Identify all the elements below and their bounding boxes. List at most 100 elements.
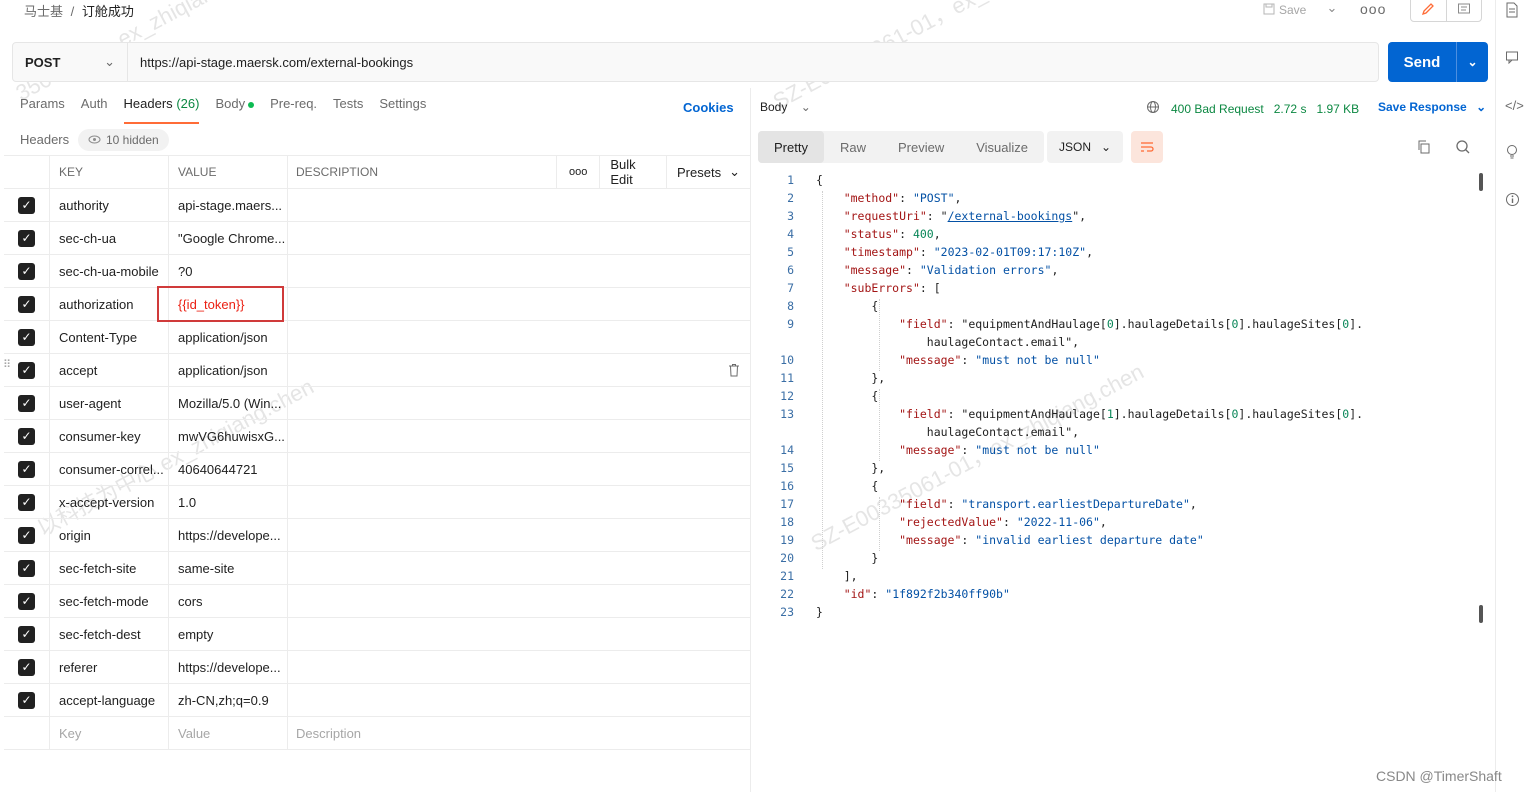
header-value[interactable]: 40640644721 <box>168 453 287 485</box>
header-description[interactable] <box>287 618 750 650</box>
table-more-icon[interactable]: ooo <box>556 156 599 188</box>
header-description[interactable] <box>287 288 750 320</box>
tab-pretty[interactable]: Pretty <box>758 131 824 163</box>
more-options-icon[interactable]: ooo <box>1360 1 1386 17</box>
save-button[interactable]: Save <box>1253 0 1317 20</box>
copy-icon[interactable] <box>1416 139 1432 158</box>
header-value[interactable]: Mozilla/5.0 (Win... <box>168 387 287 419</box>
enabled-checkbox[interactable]: ✓ <box>18 460 35 478</box>
new-value-input[interactable]: Value <box>168 717 287 749</box>
header-description[interactable] <box>287 189 750 221</box>
header-value[interactable]: https://develope... <box>168 651 287 683</box>
header-value[interactable]: ?0 <box>168 255 287 287</box>
header-description[interactable] <box>287 387 750 419</box>
enabled-checkbox[interactable]: ✓ <box>18 625 35 643</box>
header-value[interactable]: zh-CN,zh;q=0.9 <box>168 684 287 716</box>
header-value[interactable]: "Google Chrome... <box>168 222 287 254</box>
new-description-input[interactable]: Description <box>287 717 750 749</box>
header-value[interactable]: mwVG6huwisxG... <box>168 420 287 452</box>
enabled-checkbox[interactable]: ✓ <box>18 691 35 709</box>
header-key[interactable]: consumer-key <box>49 420 168 452</box>
enabled-checkbox[interactable]: ✓ <box>18 559 35 577</box>
header-description[interactable] <box>287 651 750 683</box>
tab-tests[interactable]: Tests <box>333 96 363 124</box>
enabled-checkbox[interactable]: ✓ <box>18 361 35 379</box>
search-icon[interactable] <box>1455 139 1471 158</box>
header-key[interactable]: sec-ch-ua <box>49 222 168 254</box>
trash-icon[interactable] <box>728 363 740 377</box>
header-value[interactable]: cors <box>168 585 287 617</box>
save-response-button[interactable]: Save Response ⌄ <box>1378 100 1486 114</box>
header-description[interactable] <box>287 453 750 485</box>
enabled-checkbox[interactable]: ✓ <box>18 196 35 214</box>
tab-params[interactable]: Params <box>20 96 65 124</box>
documentation-icon[interactable] <box>1505 2 1519 21</box>
header-description[interactable] <box>287 222 750 254</box>
header-description[interactable] <box>287 552 750 584</box>
enabled-checkbox[interactable]: ✓ <box>18 592 35 610</box>
wrap-lines-icon[interactable] <box>1131 131 1163 163</box>
presets-dropdown[interactable]: Presets ⌄ <box>666 156 750 188</box>
enabled-checkbox[interactable]: ✓ <box>18 229 35 247</box>
enabled-checkbox[interactable]: ✓ <box>18 262 35 280</box>
save-dropdown-chevron-icon[interactable]: ⌄ <box>1320 0 1344 20</box>
header-value[interactable]: application/json <box>168 354 287 386</box>
header-description[interactable] <box>287 519 750 551</box>
header-key[interactable]: sec-fetch-dest <box>49 618 168 650</box>
code-icon[interactable]: </> <box>1505 98 1524 113</box>
globe-icon[interactable] <box>1146 100 1161 118</box>
response-time[interactable]: 2.72 s <box>1274 102 1307 116</box>
comments-icon[interactable] <box>1505 50 1519 67</box>
tab-headers[interactable]: Headers (26) <box>123 96 200 124</box>
response-size[interactable]: 1.97 KB <box>1316 102 1359 116</box>
method-select[interactable]: POST ⌄ <box>13 43 128 81</box>
header-key[interactable]: Content-Type <box>49 321 168 353</box>
header-key[interactable]: consumer-correl... <box>49 453 168 485</box>
comments-icon[interactable] <box>1447 0 1482 21</box>
tab-auth[interactable]: Auth <box>81 96 108 124</box>
header-value[interactable]: application/json <box>168 321 287 353</box>
drag-handle-icon[interactable]: ⠿ <box>4 360 13 371</box>
header-key[interactable]: authority <box>49 189 168 221</box>
header-key[interactable]: authorization <box>49 288 168 320</box>
tab-raw[interactable]: Raw <box>824 131 882 163</box>
header-key[interactable]: x-accept-version <box>49 486 168 518</box>
header-key[interactable]: sec-ch-ua-mobile <box>49 255 168 287</box>
breadcrumb-parent[interactable]: 马士基 <box>24 4 63 19</box>
format-select[interactable]: JSON ⌄ <box>1047 131 1123 163</box>
send-options-chevron-icon[interactable]: ⌄ <box>1456 42 1488 82</box>
header-value[interactable]: same-site <box>168 552 287 584</box>
bulk-edit-button[interactable]: Bulk Edit <box>599 156 666 188</box>
tab-preview[interactable]: Preview <box>882 131 960 163</box>
enabled-checkbox[interactable]: ✓ <box>18 493 35 511</box>
header-key[interactable]: sec-fetch-mode <box>49 585 168 617</box>
tab-body[interactable]: Body <box>215 96 255 124</box>
header-key[interactable]: accept <box>49 354 168 386</box>
header-description[interactable] <box>287 354 750 386</box>
response-body-dropdown[interactable]: Body ⌄ <box>760 100 811 114</box>
new-key-input[interactable]: Key <box>49 717 168 749</box>
status-badge[interactable]: 400 Bad Request <box>1171 102 1264 116</box>
enabled-checkbox[interactable]: ✓ <box>18 328 35 346</box>
url-input[interactable]: https://api-stage.maersk.com/external-bo… <box>128 43 413 81</box>
tab-pre-request[interactable]: Pre-req. <box>270 96 317 124</box>
header-value[interactable]: api-stage.maers... <box>168 189 287 221</box>
hidden-headers-toggle[interactable]: 10 hidden <box>78 129 169 151</box>
header-description[interactable] <box>287 420 750 452</box>
info-icon[interactable] <box>1505 192 1520 210</box>
tab-visualize[interactable]: Visualize <box>960 131 1044 163</box>
enabled-checkbox[interactable]: ✓ <box>18 394 35 412</box>
header-description[interactable] <box>287 255 750 287</box>
edit-pencil-icon[interactable] <box>1411 0 1447 21</box>
vertical-scrollbar-top[interactable] <box>1479 173 1483 191</box>
cookies-link[interactable]: Cookies <box>683 100 734 115</box>
header-description[interactable] <box>287 585 750 617</box>
tab-settings[interactable]: Settings <box>379 96 426 124</box>
header-description[interactable] <box>287 486 750 518</box>
header-key[interactable]: accept-language <box>49 684 168 716</box>
header-key[interactable]: referer <box>49 651 168 683</box>
header-key[interactable]: user-agent <box>49 387 168 419</box>
header-key[interactable]: sec-fetch-site <box>49 552 168 584</box>
enabled-checkbox[interactable]: ✓ <box>18 427 35 445</box>
enabled-checkbox[interactable]: ✓ <box>18 658 35 676</box>
